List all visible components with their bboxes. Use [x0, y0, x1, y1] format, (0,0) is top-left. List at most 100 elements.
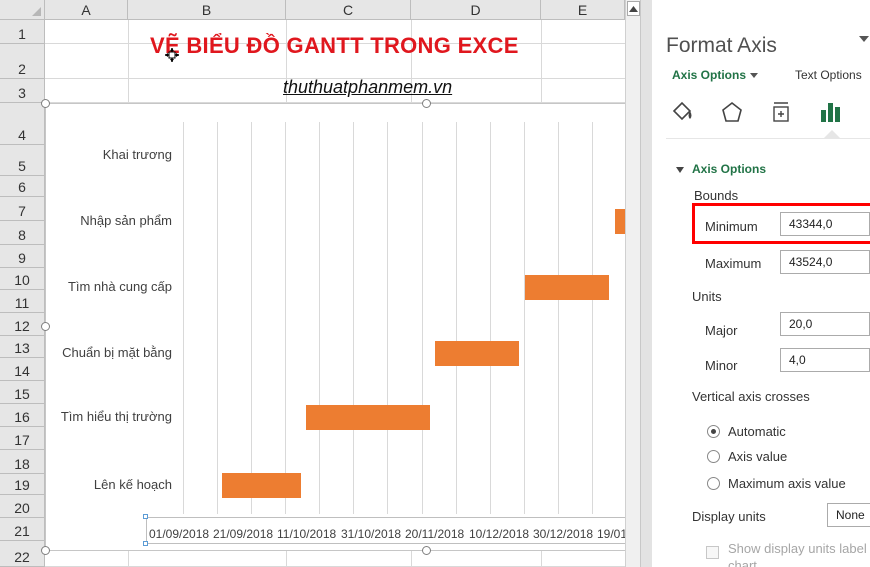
minor-input[interactable]: 4,0: [780, 348, 870, 372]
chart-gridline: [217, 122, 219, 514]
pane-title: Format Axis: [666, 34, 777, 57]
section-collapse-icon: [676, 166, 684, 173]
row-header-21[interactable]: 21: [0, 518, 45, 541]
chart-gridline: [455, 122, 457, 514]
pane-options-chevron-icon[interactable]: [859, 36, 869, 42]
chart-handle-bottom-center[interactable]: [422, 546, 431, 555]
category-label: Tìm nhà cung cấp: [67, 279, 172, 294]
chart-gridline: [591, 122, 593, 514]
column-header-b[interactable]: B: [128, 0, 286, 20]
worksheet[interactable]: A B C D E 1 2 3 4 5 6 7 8 9 10 11 12 13 14 15 16 17 18 19 2…: [0, 0, 640, 567]
vertical-scrollbar[interactable]: [625, 0, 640, 567]
tab-axis-options-caret-icon: [750, 73, 759, 79]
x-tick-label: 20/11/2018: [405, 527, 465, 541]
scroll-up-button[interactable]: [627, 1, 640, 16]
show-units-checkbox[interactable]: [706, 546, 719, 559]
move-cursor-icon: [165, 48, 179, 62]
major-label: Major: [705, 323, 738, 338]
effects-icon[interactable]: [720, 99, 744, 125]
row-header-12[interactable]: 12: [0, 313, 45, 336]
active-icon-indicator: [824, 130, 840, 138]
show-units-label-line2[interactable]: chart: [728, 558, 757, 567]
row-header-7[interactable]: 7: [0, 197, 45, 221]
scroll-up-arrow-icon: [629, 5, 638, 12]
pane-splitter[interactable]: [640, 0, 652, 567]
row-header-18[interactable]: 18: [0, 450, 45, 474]
gantt-bar[interactable]: [306, 405, 430, 430]
row-header-16[interactable]: 16: [0, 404, 45, 427]
row-header-10[interactable]: 10: [0, 268, 45, 290]
major-input[interactable]: 20,0: [780, 312, 870, 336]
gantt-chart[interactable]: Khai trương Nhập sản phẩm Tìm nhà cung cấp…: [45, 103, 628, 551]
column-header-d[interactable]: D: [411, 0, 541, 20]
x-tick-label: 30/12/2018: [533, 527, 594, 541]
column-header-c[interactable]: C: [286, 0, 411, 20]
chart-gridline: [183, 122, 184, 514]
row-header-20[interactable]: 20: [0, 495, 45, 518]
column-header-e[interactable]: E: [541, 0, 625, 20]
radio-maximum-axis-value-label[interactable]: Maximum axis value: [728, 476, 846, 491]
select-all-corner[interactable]: [0, 0, 45, 20]
chart-handle-top-center[interactable]: [422, 99, 431, 108]
section-axis-options[interactable]: Axis Options: [676, 162, 766, 176]
radio-automatic[interactable]: [707, 425, 720, 438]
row-header-17[interactable]: 17: [0, 427, 45, 450]
row-header-9[interactable]: 9: [0, 245, 45, 268]
tab-text-options[interactable]: Text Options: [795, 68, 862, 82]
gantt-bar[interactable]: [222, 473, 301, 498]
select-all-triangle-icon: [32, 7, 41, 16]
row-header-1[interactable]: 1: [0, 20, 45, 44]
sheet-title[interactable]: VẼ BIỂU ĐỒ GANTT TRONG EXCE: [150, 33, 630, 59]
radio-axis-value[interactable]: [707, 450, 720, 463]
minimum-highlight-box: [692, 203, 870, 244]
x-tick-label: 11/10/2018: [277, 527, 337, 541]
radio-maximum-axis-value[interactable]: [707, 477, 720, 490]
section-axis-options-label: Axis Options: [692, 162, 767, 176]
size-properties-icon[interactable]: [769, 99, 793, 125]
row-header-15[interactable]: 15: [0, 381, 45, 404]
column-header-a[interactable]: A: [45, 0, 128, 20]
gantt-bar[interactable]: [525, 275, 610, 300]
axis-options-icon[interactable]: [818, 99, 842, 125]
chart-gridline: [387, 122, 389, 514]
chart-gridline: [251, 122, 253, 514]
chart-gridline: [285, 122, 287, 514]
chart-handle-bottom-left[interactable]: [41, 546, 50, 555]
radio-automatic-label[interactable]: Automatic: [728, 424, 786, 439]
chart-gridline: [421, 122, 423, 514]
maximum-input[interactable]: 43524,0: [780, 250, 870, 274]
sheet-subtitle[interactable]: thuthuatphanmem.vn: [283, 77, 452, 98]
row-header-6[interactable]: 6: [0, 176, 45, 197]
show-units-label[interactable]: Show display units label: [728, 541, 867, 556]
radio-axis-value-label[interactable]: Axis value: [728, 449, 787, 464]
x-tick-label: 01/09/2018: [149, 527, 210, 541]
gantt-bar[interactable]: [435, 341, 520, 366]
row-header-8[interactable]: 8: [0, 221, 45, 245]
row-header-22[interactable]: 22: [0, 541, 45, 567]
row-header-5[interactable]: 5: [0, 145, 45, 176]
row-header-19[interactable]: 19: [0, 474, 45, 495]
row-header-4[interactable]: 4: [0, 103, 45, 145]
display-units-select[interactable]: None: [827, 503, 870, 527]
display-units-label: Display units: [692, 509, 766, 524]
chart-handle-top-left[interactable]: [41, 99, 50, 108]
x-tick-label: 21/09/2018: [213, 527, 274, 541]
row-header-11[interactable]: 11: [0, 290, 45, 313]
row-header-14[interactable]: 14: [0, 358, 45, 381]
maximum-label: Maximum: [705, 256, 762, 271]
tab-axis-options[interactable]: Axis Options: [672, 68, 759, 82]
row-header-2[interactable]: 2: [0, 44, 45, 79]
chart-gridline: [353, 122, 355, 514]
chart-gridline: [489, 122, 491, 514]
bounds-label: Bounds: [694, 188, 739, 203]
category-label: Lên kế hoạch: [93, 477, 172, 492]
row-header-13[interactable]: 13: [0, 336, 45, 358]
chart-gridline: [557, 122, 559, 514]
chart-handle-middle-left[interactable]: [41, 322, 50, 331]
axis-handle-bottom-left[interactable]: [143, 541, 148, 546]
row-header-3[interactable]: 3: [0, 79, 45, 103]
category-label: Khai trương: [102, 147, 172, 162]
pane-divider: [666, 138, 870, 139]
axis-handle-top-left[interactable]: [143, 514, 148, 519]
fill-line-icon[interactable]: [670, 99, 694, 125]
